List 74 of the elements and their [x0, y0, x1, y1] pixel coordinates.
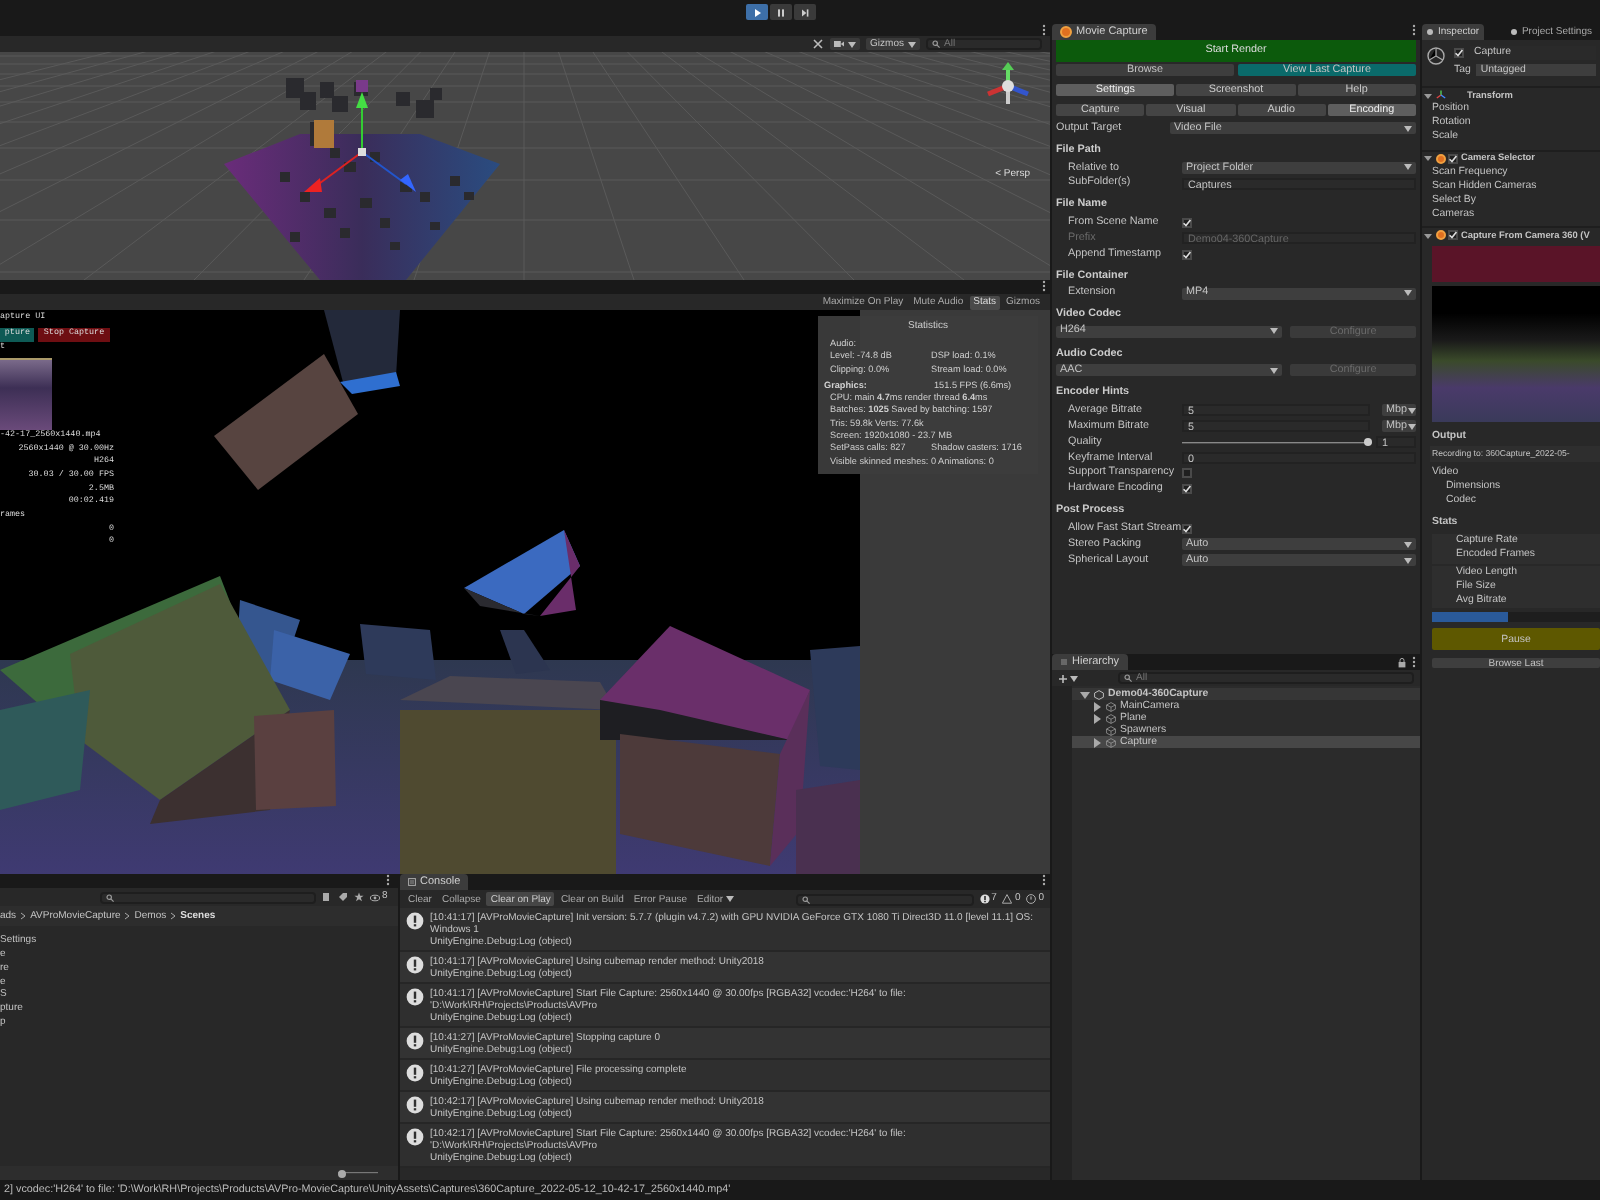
caret-icon [1404, 290, 1412, 297]
play-button[interactable] [745, 4, 767, 20]
chevron-icon [170, 912, 177, 921]
axes-icon [1435, 90, 1445, 100]
fold-arrow-icon[interactable] [1424, 154, 1432, 163]
caret-icon [1270, 328, 1278, 335]
caret-icon [1270, 367, 1278, 374]
exclamation-icon [406, 1127, 424, 1145]
exclamation-icon [406, 1031, 424, 1049]
slider-thumb[interactable] [338, 1169, 346, 1177]
caret-icon [908, 41, 916, 47]
create-icon[interactable] [322, 892, 332, 902]
step-button[interactable] [793, 4, 815, 20]
play-icon [751, 7, 761, 17]
fold-arrow-icon[interactable] [1092, 701, 1102, 711]
pause-icon [775, 7, 785, 17]
exclamation-icon [406, 1095, 424, 1113]
checkbox[interactable] [1182, 468, 1192, 479]
checkbox[interactable] [1182, 217, 1192, 228]
slider-thumb[interactable] [1364, 438, 1372, 447]
caret-icon [725, 896, 734, 902]
caret-icon [848, 41, 857, 47]
slider[interactable] [1182, 438, 1372, 447]
caret-icon [1404, 125, 1412, 132]
camera-menu[interactable] [830, 38, 861, 50]
tools-icon[interactable] [812, 38, 825, 50]
exclamation-circle-icon [1026, 894, 1037, 904]
icon-size-slider[interactable] [338, 1169, 378, 1177]
list-icon [408, 878, 416, 886]
caret-icon [1404, 164, 1412, 171]
capture-logo-icon [1435, 153, 1445, 164]
pause-button[interactable] [769, 4, 791, 20]
chevron-icon [124, 912, 131, 921]
checkbox[interactable] [1182, 523, 1192, 534]
checkbox[interactable] [1182, 249, 1192, 260]
tag-icon[interactable] [338, 892, 348, 902]
caret-icon [1070, 675, 1078, 681]
exclamation-icon [406, 955, 424, 973]
add-button[interactable] [1058, 673, 1078, 683]
search-field[interactable] [795, 893, 974, 905]
caret-icon [1407, 423, 1415, 430]
scene-icon [1094, 689, 1104, 699]
caret-icon [1407, 407, 1415, 414]
exclamation-icon [406, 987, 424, 1005]
exclamation-icon [406, 911, 424, 929]
eye-icon [370, 893, 380, 901]
caret-icon [1404, 541, 1412, 548]
fold-arrow-icon[interactable] [1424, 231, 1432, 240]
search-icon [1124, 674, 1132, 682]
checkbox[interactable] [1454, 47, 1464, 58]
checkbox[interactable] [1182, 484, 1192, 495]
exclamation-icon [406, 1063, 424, 1081]
search-field[interactable] [100, 891, 316, 903]
step-icon [799, 7, 809, 17]
fold-arrow-icon[interactable] [1092, 713, 1102, 723]
plus-icon [1058, 673, 1068, 683]
triangle-icon [1002, 894, 1013, 904]
fold-arrow-icon[interactable] [1424, 91, 1432, 99]
graph-drawing [0, 357, 52, 430]
list-icon [1060, 658, 1068, 666]
camera-icon [834, 40, 845, 48]
star-icon[interactable] [354, 892, 364, 902]
search-icon [932, 40, 940, 48]
capture-logo-icon [1060, 26, 1072, 38]
fold-arrow-icon[interactable] [1092, 737, 1102, 747]
capture-logo-icon [1435, 230, 1445, 241]
search-icon [801, 895, 810, 903]
caret-icon [1404, 557, 1412, 563]
checkbox[interactable] [1448, 230, 1458, 241]
chevron-icon [20, 912, 27, 921]
fold-arrow-icon[interactable] [1080, 689, 1090, 699]
lock-icon[interactable] [1398, 657, 1406, 667]
search-icon [106, 893, 114, 901]
checkbox[interactable] [1448, 153, 1458, 164]
